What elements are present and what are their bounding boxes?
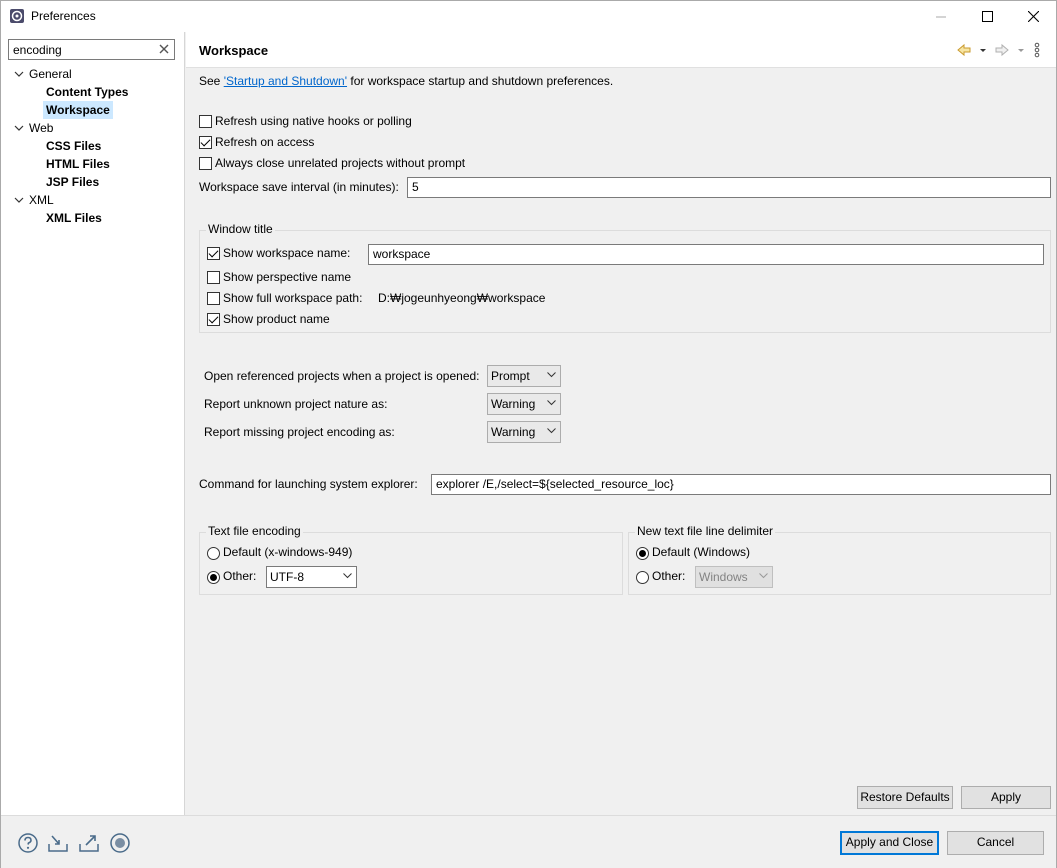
- preference-page: Workspace See 'Startup and Shutdown' for…: [186, 32, 1056, 815]
- explorer-command-input[interactable]: explorer /E,/select=${selected_resource_…: [431, 474, 1051, 495]
- show-product-name-checkbox[interactable]: [207, 313, 220, 326]
- export-icon[interactable]: [78, 832, 100, 854]
- save-interval-label: Workspace save interval (in minutes):: [199, 180, 399, 194]
- preference-tree-pane: General Content Types Workspace Web CSS …: [1, 32, 185, 815]
- tree-item-general[interactable]: General: [29, 65, 72, 83]
- encoding-other-select[interactable]: UTF-8: [266, 566, 357, 588]
- minimize-button[interactable]: [918, 1, 964, 32]
- window-title-group-label: Window title: [206, 222, 275, 236]
- delimiter-default-radio[interactable]: [636, 547, 649, 560]
- line-delimiter-group: New text file line delimiter Default (Wi…: [628, 524, 1051, 595]
- tree-item-content-types[interactable]: Content Types: [46, 83, 128, 101]
- maximize-button[interactable]: [964, 1, 1010, 32]
- title-bar: Preferences: [1, 1, 1056, 32]
- intro-prefix: See: [199, 74, 224, 88]
- maximize-icon: [981, 11, 993, 22]
- unknown-nature-label: Report unknown project nature as:: [204, 397, 388, 411]
- show-perspective-name-label: Show perspective name: [223, 270, 352, 284]
- encoding-default-label: Default (x-windows-949): [223, 545, 353, 559]
- line-delimiter-label: New text file line delimiter: [635, 524, 776, 538]
- unknown-nature-select[interactable]: Warning: [487, 393, 561, 415]
- encoding-other-radio[interactable]: [207, 571, 220, 584]
- tree-item-xml-files[interactable]: XML Files: [46, 209, 102, 227]
- page-title: Workspace: [199, 43, 269, 58]
- save-interval-input[interactable]: 5: [407, 177, 1051, 198]
- text-file-encoding-group: Text file encoding Default (x-windows-94…: [199, 524, 623, 595]
- open-referenced-value: Prompt: [491, 369, 530, 383]
- show-workspace-name-checkbox[interactable]: [207, 247, 220, 260]
- show-product-name-label: Show product name: [223, 312, 330, 326]
- chevron-down-icon: [547, 428, 556, 434]
- show-perspective-name-checkbox[interactable]: [207, 271, 220, 284]
- text-file-encoding-label: Text file encoding: [206, 524, 303, 538]
- page-header: Workspace: [186, 32, 1056, 68]
- workspace-name-input[interactable]: workspace: [368, 244, 1044, 265]
- intro-text: See 'Startup and Shutdown' for workspace…: [199, 74, 613, 88]
- apply-and-close-button[interactable]: Apply and Close: [840, 831, 939, 855]
- show-full-path-checkbox[interactable]: [207, 292, 220, 305]
- show-full-path-label: Show full workspace path:: [223, 291, 363, 305]
- encoding-other-value: UTF-8: [270, 570, 304, 584]
- explorer-command-label: Command for launching system explorer:: [199, 477, 418, 491]
- refresh-on-access-label: Refresh on access: [215, 135, 315, 149]
- refresh-on-access-checkbox[interactable]: [199, 136, 212, 149]
- filter-field[interactable]: [8, 39, 175, 60]
- missing-encoding-select[interactable]: Warning: [487, 421, 561, 443]
- close-icon: [1027, 11, 1039, 22]
- open-referenced-label: Open referenced projects when a project …: [204, 369, 480, 383]
- forward-dropdown-icon[interactable]: [1016, 42, 1026, 58]
- clear-filter-icon[interactable]: [158, 43, 170, 55]
- tree-item-html-files[interactable]: HTML Files: [46, 155, 110, 173]
- preferences-window: Preferences General Content Types Worksp…: [0, 0, 1057, 868]
- chevron-down-icon[interactable]: [14, 69, 24, 79]
- encoding-other-label: Other:: [223, 569, 257, 583]
- open-referenced-select[interactable]: Prompt: [487, 365, 561, 387]
- unknown-nature-value: Warning: [491, 397, 536, 411]
- tree-item-css-files[interactable]: CSS Files: [46, 137, 101, 155]
- minimize-icon: [936, 16, 946, 17]
- tree-item-jsp-files[interactable]: JSP Files: [46, 173, 99, 191]
- full-path-value: D:₩jogeunhyeong₩workspace: [378, 291, 546, 305]
- restore-defaults-button[interactable]: Restore Defaults: [857, 786, 953, 809]
- startup-shutdown-link[interactable]: 'Startup and Shutdown': [224, 74, 347, 88]
- cancel-button[interactable]: Cancel: [947, 831, 1044, 855]
- tree-item-workspace[interactable]: Workspace: [43, 101, 113, 119]
- window-title: Preferences: [31, 9, 96, 23]
- chevron-down-icon: [343, 573, 352, 579]
- back-dropdown-icon[interactable]: [978, 42, 988, 58]
- always-close-checkbox[interactable]: [199, 157, 212, 170]
- eclipse-app-icon: [10, 9, 24, 23]
- dialog-button-bar: Apply and Close Cancel: [1, 815, 1056, 868]
- chevron-down-icon: [759, 573, 768, 579]
- show-workspace-name-label: Show workspace name:: [223, 246, 351, 260]
- delimiter-other-radio[interactable]: [636, 571, 649, 584]
- encoding-default-radio[interactable]: [207, 547, 220, 560]
- oomph-record-icon[interactable]: [109, 832, 131, 854]
- tree-item-web[interactable]: Web: [29, 119, 53, 137]
- chevron-down-icon[interactable]: [14, 195, 24, 205]
- import-icon[interactable]: [47, 832, 69, 854]
- delimiter-other-select: Windows: [695, 566, 773, 588]
- forward-arrow-icon[interactable]: [994, 42, 1010, 58]
- chevron-down-icon: [547, 372, 556, 378]
- missing-encoding-value: Warning: [491, 425, 536, 439]
- back-arrow-icon[interactable]: [956, 42, 972, 58]
- delimiter-other-value: Windows: [699, 570, 748, 584]
- close-window-button[interactable]: [1010, 1, 1056, 32]
- always-close-label: Always close unrelated projects without …: [215, 156, 466, 170]
- refresh-native-label: Refresh using native hooks or polling: [215, 114, 412, 128]
- window-title-group: Window title Show workspace name: worksp…: [199, 222, 1051, 333]
- delimiter-other-label: Other:: [652, 569, 686, 583]
- filter-input[interactable]: [9, 40, 149, 59]
- apply-button[interactable]: Apply: [961, 786, 1051, 809]
- view-menu-icon[interactable]: [1033, 42, 1041, 58]
- intro-suffix: for workspace startup and shutdown prefe…: [347, 74, 614, 88]
- tree-item-xml[interactable]: XML: [29, 191, 54, 209]
- chevron-down-icon: [547, 400, 556, 406]
- help-icon[interactable]: [17, 832, 39, 854]
- chevron-down-icon[interactable]: [14, 123, 24, 133]
- missing-encoding-label: Report missing project encoding as:: [204, 425, 395, 439]
- refresh-native-checkbox[interactable]: [199, 115, 212, 128]
- delimiter-default-label: Default (Windows): [652, 545, 751, 559]
